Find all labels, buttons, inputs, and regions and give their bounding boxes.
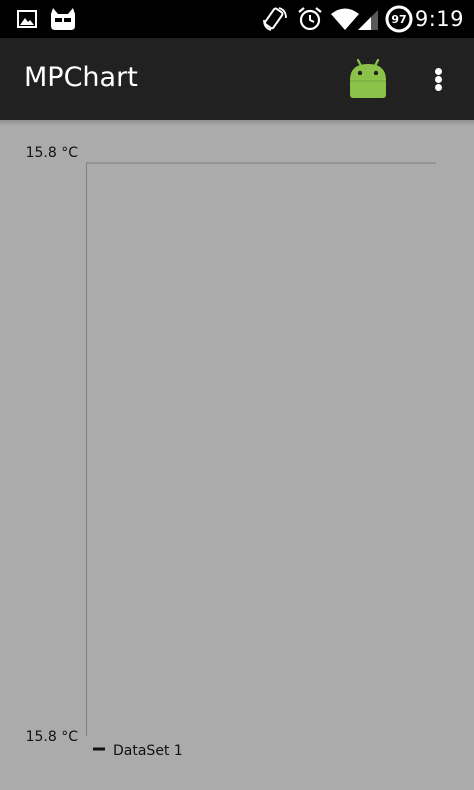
- overflow-menu-button[interactable]: [424, 58, 452, 100]
- android-icon[interactable]: [346, 58, 390, 100]
- battery-level: 97: [391, 13, 406, 26]
- status-bar: 97 9:19: [0, 0, 474, 38]
- battery-icon: 97: [385, 5, 413, 33]
- signal-icon: [358, 10, 378, 30]
- cyanogen-icon: [51, 8, 75, 30]
- overflow-menu-icon: [435, 68, 442, 75]
- alarm-icon: [298, 7, 322, 31]
- overflow-menu-dot: [435, 84, 442, 91]
- rotate-icon: [263, 7, 287, 31]
- overflow-menu-dot: [435, 76, 442, 83]
- chart-canvas[interactable]: 15.8 °C 15.8 °C DataSet 1: [0, 120, 474, 790]
- app-title: MPChart: [24, 62, 138, 93]
- legend-label-dataset-1: DataSet 1: [113, 743, 183, 759]
- y-tick-label-bottom: 15.8 °C: [26, 729, 79, 745]
- status-time: 9:19: [414, 7, 464, 31]
- screen: 97 9:19 MPChart 15.8 °C 15.8 °C DataSet …: [0, 0, 474, 790]
- action-bar: MPChart: [0, 38, 474, 120]
- line-chart[interactable]: 15.8 °C 15.8 °C DataSet 1: [0, 120, 474, 790]
- legend: DataSet 1: [93, 743, 183, 759]
- y-tick-label-top: 15.8 °C: [26, 145, 79, 161]
- image-icon: [17, 10, 37, 28]
